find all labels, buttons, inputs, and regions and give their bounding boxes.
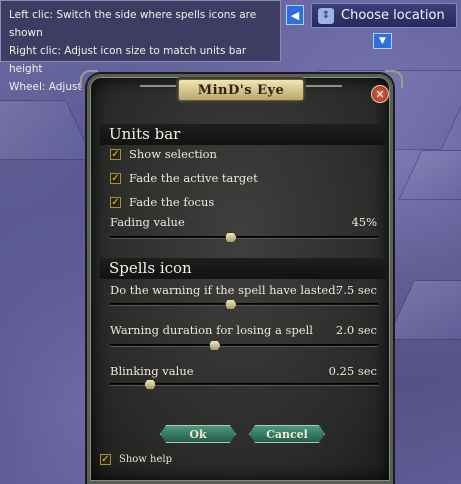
checkmark-icon: ✓ (110, 172, 121, 184)
warning-lasted-readout: 7.5 sec (335, 283, 377, 297)
checkmark-icon: ✓ (100, 454, 111, 465)
floor-tile (386, 280, 461, 340)
fading-slider[interactable] (110, 232, 378, 243)
choose-location-button[interactable]: ⇕ Choose location (311, 3, 457, 28)
checkmark-icon: ✓ (110, 148, 121, 160)
choose-location-label: Choose location (341, 8, 445, 23)
tooltip-line: Right clic: Adjust icon size to match un… (9, 45, 247, 75)
fade-active-target-checkbox[interactable]: ✓ Fade the active target (110, 171, 258, 185)
blinking-value-readout: 0.25 sec (328, 364, 377, 378)
cancel-button[interactable]: Cancel (249, 425, 325, 443)
floor-tile (398, 150, 461, 200)
banner-ornament (140, 85, 176, 95)
close-icon[interactable]: ✕ (371, 85, 389, 103)
show-help-label: Show help (119, 454, 173, 465)
warning-duration-readout: 2.0 sec (335, 323, 377, 337)
frame-corner (80, 70, 98, 88)
fading-value-readout: 45% (351, 215, 377, 229)
frame-corner (385, 70, 403, 88)
expand-down-arrow-icon[interactable]: ▼ (373, 33, 392, 49)
up-down-icon: ⇕ (318, 7, 334, 24)
window-title: MinD's Eye (178, 79, 304, 101)
fade-focus-checkbox[interactable]: ✓ Fade the focus (110, 195, 214, 209)
check-label: Fade the active target (129, 171, 258, 185)
fading-value-label: Fading value (110, 215, 185, 229)
warning-lasted-label: Do the warning if the spell have lasted: (110, 283, 340, 297)
banner-ornament (306, 85, 342, 95)
blinking-slider[interactable] (110, 379, 378, 390)
spells-icon-heading: Spells icon (100, 258, 386, 279)
show-help-checkbox[interactable]: ✓ Show help (100, 454, 172, 465)
checkmark-icon: ✓ (110, 196, 121, 208)
floor-tile (0, 100, 94, 160)
switch-side-arrow-icon[interactable]: ◀ (286, 5, 304, 25)
warning-duration-slider[interactable] (110, 340, 378, 351)
units-bar-heading: Units bar (100, 124, 386, 145)
help-tooltip: Left clic: Switch the side where spells … (0, 0, 281, 93)
tooltip-line: Left clic: Switch the side where spells … (9, 9, 257, 39)
show-selection-checkbox[interactable]: ✓ Show selection (110, 147, 217, 161)
warning-duration-label: Warning duration for losing a spell (110, 323, 313, 337)
warning-lasted-slider[interactable] (110, 299, 378, 310)
ok-button[interactable]: Ok (160, 425, 236, 443)
blinking-value-label: Blinking value (110, 364, 194, 378)
check-label: Show selection (129, 147, 217, 161)
check-label: Fade the focus (129, 195, 215, 209)
